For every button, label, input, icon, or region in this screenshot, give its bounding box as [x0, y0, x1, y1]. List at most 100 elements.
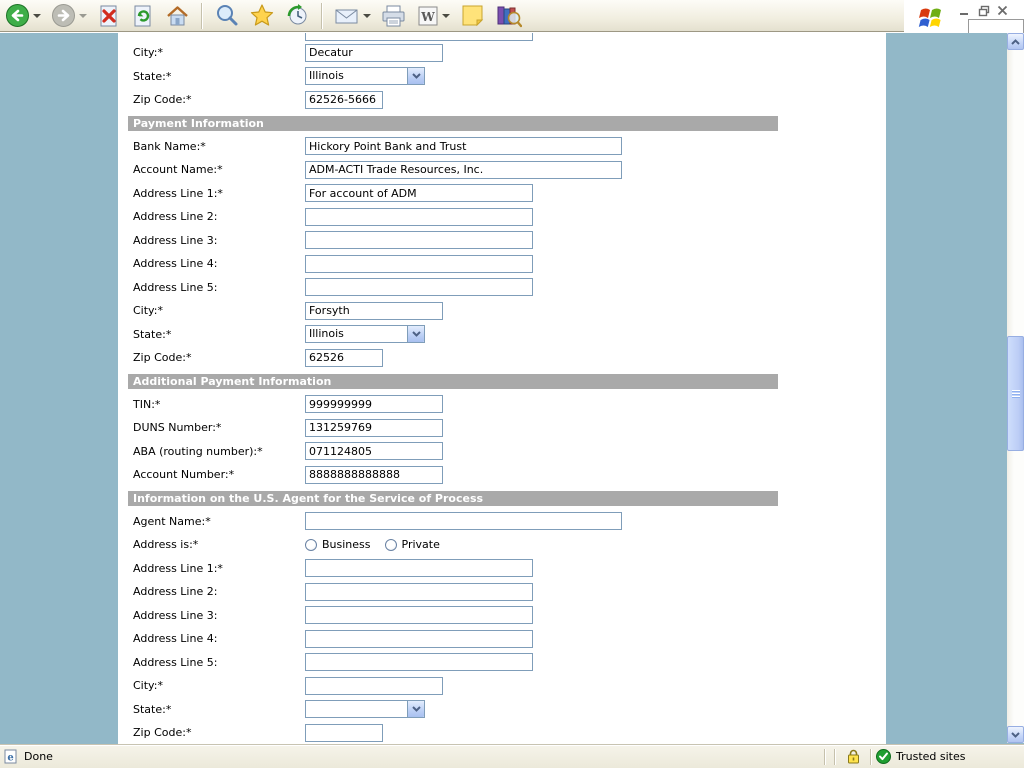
chevron-down-icon[interactable]	[363, 14, 371, 18]
payment-zip-code-label: Zip Code:*	[133, 351, 305, 364]
aba-routing-number-input[interactable]	[305, 442, 443, 460]
restore-button[interactable]	[977, 4, 990, 17]
chevron-down-icon[interactable]	[407, 326, 424, 342]
edit-with-word-button[interactable]: W	[413, 3, 454, 29]
scrollbar-thumb[interactable]	[1007, 336, 1024, 451]
lock-icon	[847, 749, 860, 764]
agent-address-line-3-label: Address Line 3:	[133, 609, 305, 622]
chevron-down-icon[interactable]	[79, 14, 87, 18]
chevron-down-icon[interactable]	[407, 68, 424, 84]
stop-button[interactable]	[93, 2, 125, 30]
agent-address-line-5-input[interactable]	[305, 653, 533, 671]
browser-toolbar: W	[0, 0, 1024, 32]
form-row: Zip Code:*	[118, 346, 886, 370]
chevron-down-icon[interactable]	[442, 14, 450, 18]
agent-address-line-4-input[interactable]	[305, 630, 533, 648]
edit-in-word-icon: W	[417, 5, 439, 27]
form-row: City:*	[118, 674, 886, 698]
account-number-input[interactable]	[305, 466, 443, 484]
history-button[interactable]	[281, 1, 314, 30]
payment-address-line-2-input[interactable]	[305, 208, 533, 226]
duns-number-input[interactable]	[305, 419, 443, 437]
payment-address-line-3-label: Address Line 3:	[133, 234, 305, 247]
bank-name-input[interactable]	[305, 137, 622, 155]
clipped-top-input[interactable]	[305, 33, 533, 41]
payment-address-line-3-input[interactable]	[305, 231, 533, 249]
agent-state-select[interactable]	[305, 700, 425, 718]
forward-button[interactable]	[47, 1, 91, 30]
form-row: Address Line 3:	[118, 229, 886, 253]
home-icon	[165, 4, 190, 28]
back-button[interactable]	[1, 1, 45, 30]
agent-address-line-3-input[interactable]	[305, 606, 533, 624]
status-bar: e Done Trusted sites	[0, 744, 1024, 768]
zip-code-label: Zip Code:*	[133, 93, 305, 106]
svg-text:e: e	[7, 753, 13, 764]
form-row: State:* Illinois	[118, 323, 886, 347]
favorites-button[interactable]	[245, 1, 279, 30]
security-zone-text: Trusted sites	[896, 750, 966, 763]
print-icon	[381, 4, 407, 28]
private-radio[interactable]	[385, 539, 397, 551]
form-row: Agent Name:*	[118, 510, 886, 534]
form-row: Account Name:*	[118, 158, 886, 182]
payment-address-line-1-input[interactable]	[305, 184, 533, 202]
refresh-button[interactable]	[127, 2, 159, 30]
minimize-button[interactable]	[958, 4, 971, 17]
ie-page-icon: e	[4, 749, 19, 764]
form-row: Address Line 4:	[118, 252, 886, 276]
account-name-input[interactable]	[305, 161, 622, 179]
payment-address-line-5-input[interactable]	[305, 278, 533, 296]
vertical-scrollbar[interactable]	[1007, 33, 1024, 743]
scroll-down-button[interactable]	[1007, 726, 1024, 743]
city-label: City:*	[133, 46, 305, 59]
form-row: State:*	[118, 698, 886, 722]
payment-address-line-4-input[interactable]	[305, 255, 533, 273]
agent-address-line-1-input[interactable]	[305, 559, 533, 577]
payment-address-line-4-label: Address Line 4:	[133, 257, 305, 270]
forward-icon	[51, 3, 76, 28]
chevron-down-icon[interactable]	[33, 14, 41, 18]
tin-input[interactable]	[305, 395, 443, 413]
research-button[interactable]	[491, 1, 526, 30]
zip-code-input[interactable]	[305, 91, 383, 109]
print-button[interactable]	[377, 2, 411, 30]
history-icon	[285, 3, 310, 28]
business-radio[interactable]	[305, 539, 317, 551]
payment-city-label: City:*	[133, 304, 305, 317]
toolbar-separator	[201, 3, 203, 29]
search-icon	[214, 3, 239, 28]
agent-address-line-2-input[interactable]	[305, 583, 533, 601]
chevron-down-icon[interactable]	[407, 701, 424, 717]
city-input[interactable]	[305, 44, 443, 62]
chevron-up-icon	[1011, 39, 1020, 45]
back-icon	[5, 3, 30, 28]
home-button[interactable]	[161, 2, 194, 30]
notes-button[interactable]	[456, 1, 489, 30]
agent-name-input[interactable]	[305, 512, 622, 530]
form-row: Address Line 3:	[118, 604, 886, 628]
trusted-zone-check-icon	[876, 749, 891, 764]
mail-button[interactable]	[330, 2, 375, 30]
agent-state-label: State:*	[133, 703, 305, 716]
payment-address-line-2-label: Address Line 2:	[133, 210, 305, 223]
close-button[interactable]	[996, 4, 1009, 17]
agent-address-line-1-label: Address Line 1:*	[133, 562, 305, 575]
agent-address-line-2-label: Address Line 2:	[133, 585, 305, 598]
agent-address-line-5-label: Address Line 5:	[133, 656, 305, 669]
payment-city-input[interactable]	[305, 302, 443, 320]
stop-icon	[97, 4, 121, 28]
clipped-textbox	[968, 19, 1024, 33]
payment-state-select[interactable]: Illinois	[305, 325, 425, 343]
agent-city-input[interactable]	[305, 677, 443, 695]
scroll-up-button[interactable]	[1007, 33, 1024, 50]
bank-name-label: Bank Name:*	[133, 140, 305, 153]
agent-zip-code-label: Zip Code:*	[133, 726, 305, 739]
search-button[interactable]	[210, 1, 243, 30]
state-select[interactable]: Illinois	[305, 67, 425, 85]
payment-zip-code-input[interactable]	[305, 349, 383, 367]
agent-zip-code-input[interactable]	[305, 724, 383, 742]
agent-city-label: City:*	[133, 679, 305, 692]
favorites-star-icon	[249, 3, 275, 28]
form-row: TIN:*	[118, 393, 886, 417]
